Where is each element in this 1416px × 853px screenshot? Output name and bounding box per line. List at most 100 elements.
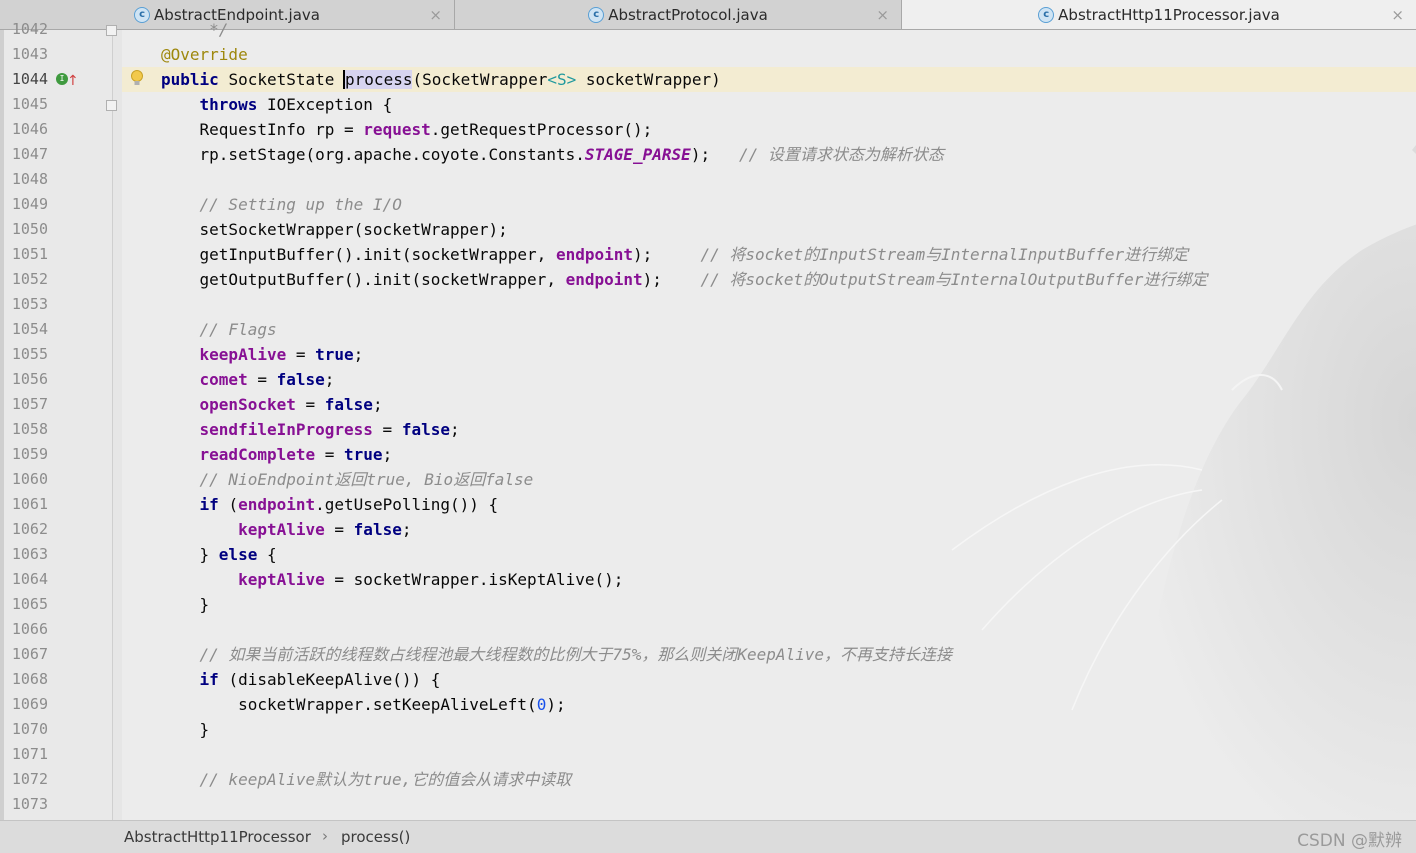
fold-marker-icon[interactable]	[106, 25, 117, 36]
code-token: (SocketWrapper	[412, 70, 548, 89]
code-token: false	[353, 520, 402, 539]
code-text[interactable]: @Override	[122, 42, 1416, 67]
code-text[interactable]: public SocketState process(SocketWrapper…	[122, 67, 1416, 92]
line-number: 1045	[11, 95, 48, 113]
breadcrumb-bar: AbstractHttp11Processor › process() CSDN…	[0, 820, 1416, 853]
code-line[interactable]: 1055 keepAlive = true;	[0, 342, 1416, 367]
code-line[interactable]: 1073	[0, 792, 1416, 817]
code-text[interactable]: } else {	[122, 542, 1416, 567]
code-text[interactable]: keptAlive = false;	[122, 517, 1416, 542]
code-line[interactable]: 1072 // keepAlive默认为true,它的值会从请求中读取	[0, 767, 1416, 792]
code-line[interactable]: 1049 // Setting up the I/O	[0, 192, 1416, 217]
code-token: endpoint	[565, 270, 643, 289]
code-token: // 如果当前活跃的线程数占线程池最大线程数的比例大于75%，那么则关闭Keep…	[161, 645, 953, 664]
code-text[interactable]	[122, 617, 1416, 642]
code-line[interactable]: 1045 throws IOException {	[0, 92, 1416, 117]
code-text[interactable]: getOutputBuffer().init(socketWrapper, en…	[122, 267, 1416, 292]
code-text[interactable]: socketWrapper.setKeepAliveLeft(0);	[122, 692, 1416, 717]
code-line[interactable]: 1046 RequestInfo rp = request.getRequest…	[0, 117, 1416, 142]
code-token: false	[276, 370, 325, 389]
code-line[interactable]: 1051 getInputBuffer().init(socketWrapper…	[0, 242, 1416, 267]
code-line[interactable]: 1050 setSocketWrapper(socketWrapper);	[0, 217, 1416, 242]
line-number: 1063	[11, 545, 48, 563]
code-token: }	[161, 595, 210, 614]
lightbulb-icon[interactable]	[130, 69, 144, 89]
code-token: );	[642, 270, 701, 289]
code-text[interactable]: readComplete = true;	[122, 442, 1416, 467]
line-number: 1052	[11, 270, 48, 288]
code-text[interactable]: RequestInfo rp = request.getRequestProce…	[122, 117, 1416, 142]
override-arrow-icon[interactable]: ↑	[67, 69, 79, 94]
code-text[interactable]: if (disableKeepAlive()) {	[122, 667, 1416, 692]
code-line[interactable]: 1054 // Flags	[0, 317, 1416, 342]
code-token: request	[363, 120, 431, 139]
code-text[interactable]: sendfileInProgress = false;	[122, 417, 1416, 442]
code-text[interactable]: getInputBuffer().init(socketWrapper, end…	[122, 242, 1416, 267]
code-text[interactable]	[122, 742, 1416, 767]
code-line[interactable]: 1047 rp.setStage(org.apache.coyote.Const…	[0, 142, 1416, 167]
code-text[interactable]	[122, 292, 1416, 317]
code-line[interactable]: 1064 keptAlive = socketWrapper.isKeptAli…	[0, 567, 1416, 592]
code-line[interactable]: 1068 if (disableKeepAlive()) {	[0, 667, 1416, 692]
code-line[interactable]: 1044 public SocketState process(SocketWra…	[0, 67, 1416, 92]
code-text[interactable]: */	[122, 17, 1416, 42]
code-line[interactable]: 1069 socketWrapper.setKeepAliveLeft(0);	[0, 692, 1416, 717]
code-line[interactable]: 1062 keptAlive = false;	[0, 517, 1416, 542]
code-line[interactable]: 1053	[0, 292, 1416, 317]
code-text[interactable]: // 如果当前活跃的线程数占线程池最大线程数的比例大于75%，那么则关闭Keep…	[122, 642, 1416, 667]
code-token: else	[218, 545, 258, 564]
code-text[interactable]: rp.setStage(org.apache.coyote.Constants.…	[122, 142, 1416, 167]
code-text[interactable]: }	[122, 592, 1416, 617]
code-line[interactable]: 1060 // NioEndpoint返回true, Bio返回false	[0, 467, 1416, 492]
code-line[interactable]: 1048	[0, 167, 1416, 192]
line-number: 1058	[11, 420, 48, 438]
code-line[interactable]: 1058 sendfileInProgress = false;	[0, 417, 1416, 442]
code-line[interactable]: 1061 if (endpoint.getUsePolling()) {	[0, 492, 1416, 517]
code-text[interactable]	[122, 167, 1416, 192]
code-line[interactable]: 1066	[0, 617, 1416, 642]
line-number: 1070	[11, 720, 48, 738]
code-line[interactable]: 1057 openSocket = false;	[0, 392, 1416, 417]
code-line[interactable]: 1056 comet = false;	[0, 367, 1416, 392]
code-line[interactable]: 1042 */	[0, 17, 1416, 42]
code-text[interactable]: }	[122, 717, 1416, 742]
code-token: =	[247, 370, 277, 389]
code-text[interactable]: setSocketWrapper(socketWrapper);	[122, 217, 1416, 242]
breadcrumb-class[interactable]: AbstractHttp11Processor	[124, 828, 311, 846]
code-line[interactable]: 1065 }	[0, 592, 1416, 617]
code-text[interactable]: // Setting up the I/O	[122, 192, 1416, 217]
code-token: getOutputBuffer().init(socketWrapper,	[161, 270, 566, 289]
code-text[interactable]: openSocket = false;	[122, 392, 1416, 417]
code-line[interactable]: 1052 getOutputBuffer().init(socketWrappe…	[0, 267, 1416, 292]
code-token: );	[546, 695, 566, 714]
code-text[interactable]: // keepAlive默认为true,它的值会从请求中读取	[122, 767, 1416, 792]
code-token: = socketWrapper.isKeptAlive();	[324, 570, 624, 589]
breadcrumb-method[interactable]: process()	[341, 828, 410, 846]
code-text[interactable]: throws IOException {	[122, 92, 1416, 117]
code-token: ;	[382, 445, 393, 464]
code-text[interactable]: keptAlive = socketWrapper.isKeptAlive();	[122, 567, 1416, 592]
code-line[interactable]: 1071	[0, 742, 1416, 767]
fold-marker-icon[interactable]	[106, 100, 117, 111]
line-number: 1047	[11, 145, 48, 163]
line-number: 1042	[11, 20, 48, 38]
code-line[interactable]: 1043 @Override	[0, 42, 1416, 67]
code-token: .getUsePolling()) {	[315, 495, 499, 514]
code-line[interactable]: 1059 readComplete = true;	[0, 442, 1416, 467]
code-text[interactable]: if (endpoint.getUsePolling()) {	[122, 492, 1416, 517]
code-text[interactable]: keepAlive = true;	[122, 342, 1416, 367]
code-token: =	[315, 445, 345, 464]
code-line[interactable]: 1063 } else {	[0, 542, 1416, 567]
code-token: @Override	[161, 45, 248, 64]
code-line[interactable]: 1070 }	[0, 717, 1416, 742]
code-text[interactable]: // Flags	[122, 317, 1416, 342]
code-text[interactable]: // NioEndpoint返回true, Bio返回false	[122, 467, 1416, 492]
code-token: keptAlive	[238, 520, 325, 539]
line-number: 1067	[11, 645, 48, 663]
code-token: comet	[199, 370, 248, 389]
line-number: 1055	[11, 345, 48, 363]
code-text[interactable]	[122, 792, 1416, 817]
code-text[interactable]: comet = false;	[122, 367, 1416, 392]
code-line[interactable]: 1067 // 如果当前活跃的线程数占线程池最大线程数的比例大于75%，那么则关…	[0, 642, 1416, 667]
